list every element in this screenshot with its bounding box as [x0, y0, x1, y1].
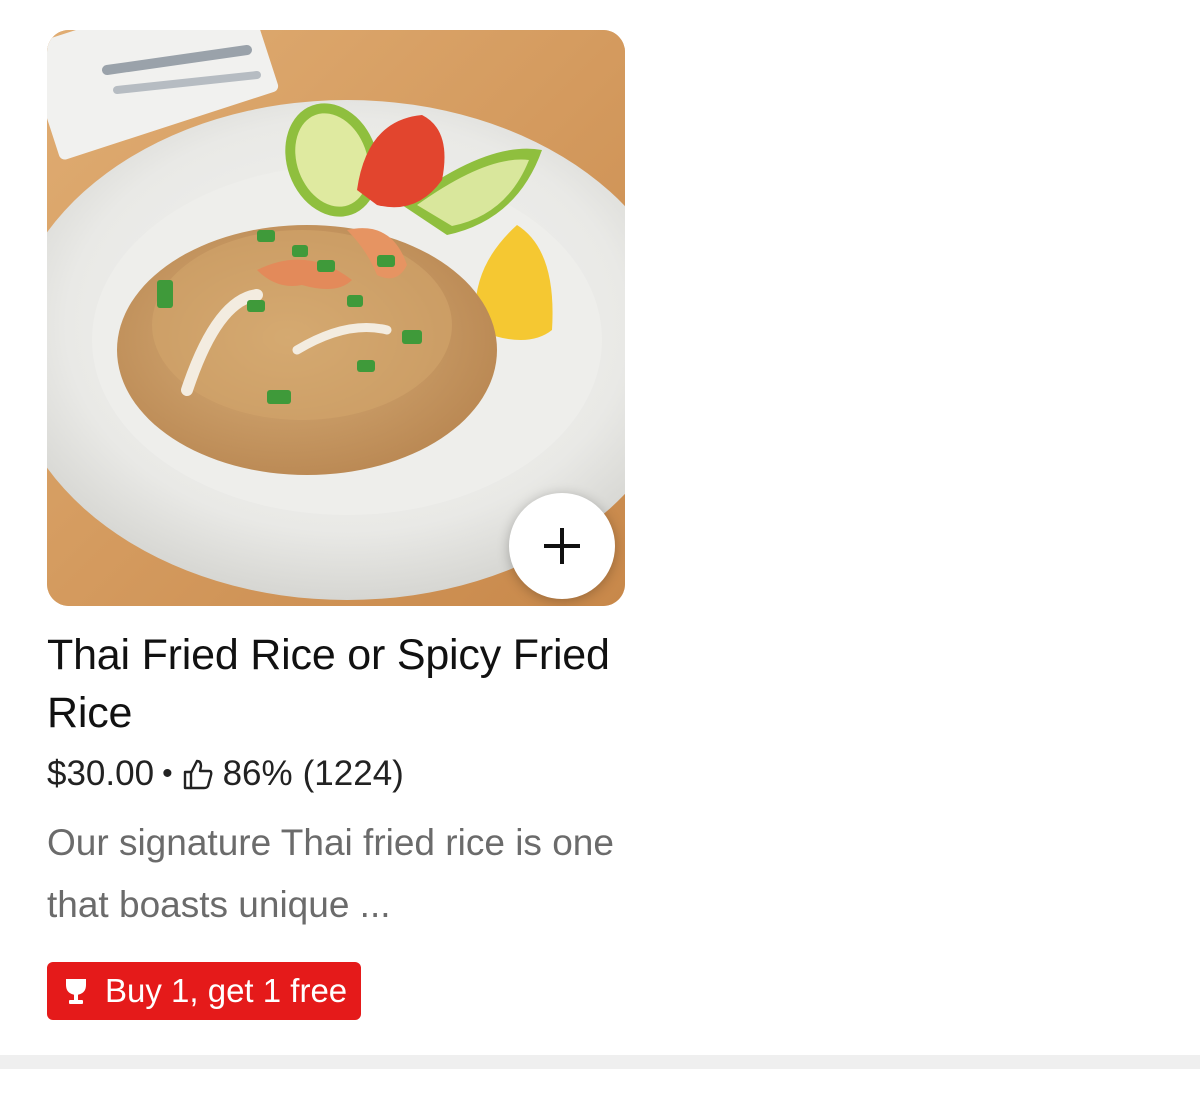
item-title[interactable]: Thai Fried Rice or Spicy Fried Rice	[47, 626, 625, 742]
plus-icon	[544, 528, 580, 564]
trophy-icon	[66, 979, 86, 1004]
food-image[interactable]	[47, 30, 625, 606]
promo-label: Buy 1, get 1 free	[105, 972, 348, 1009]
item-description: Our signature Thai fried rice is one tha…	[47, 822, 614, 925]
item-price: $30.00	[47, 754, 155, 793]
rating-percent: 86%	[222, 754, 293, 793]
menu-item-card[interactable]: Thai Fried Rice or Spicy Fried Rice $30.…	[47, 30, 625, 1020]
add-to-cart-button[interactable]	[509, 493, 615, 599]
rating-count: (1224)	[302, 754, 404, 793]
thumbs-up-icon	[183, 759, 213, 790]
section-divider	[0, 1055, 1200, 1069]
item-meta: $30.00 • 86% (1224)	[47, 750, 625, 798]
promo-badge: Buy 1, get 1 free	[47, 962, 362, 1020]
meta-separator: •	[162, 757, 173, 790]
